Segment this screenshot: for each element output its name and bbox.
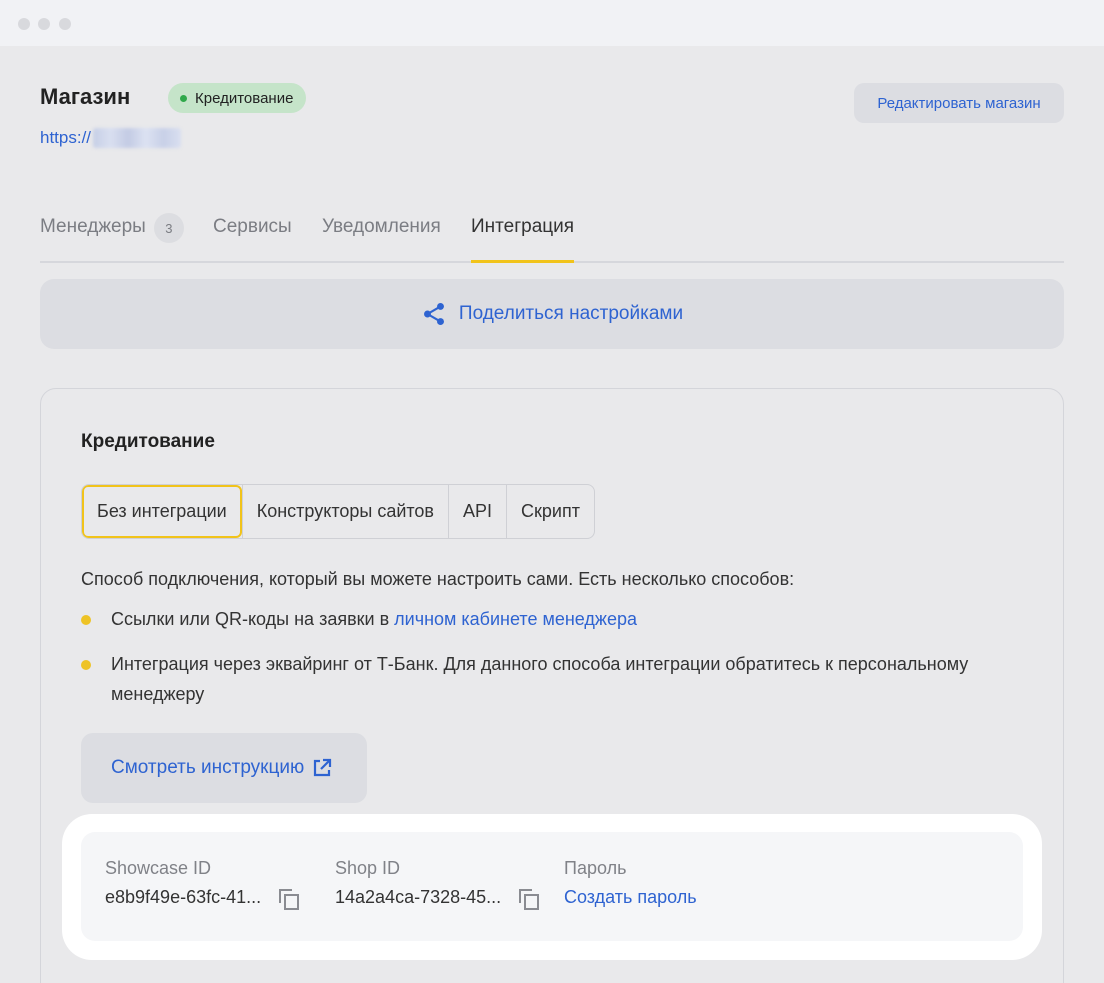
segment-no-integration[interactable]: Без интеграции [82, 485, 242, 538]
segment-api[interactable]: API [448, 485, 506, 538]
tab-integration[interactable]: Интеграция [471, 211, 575, 263]
shop-id-label: Shop ID [335, 858, 401, 878]
window-dot-maximize[interactable] [59, 18, 71, 30]
status-badge-label: Кредитование [195, 89, 294, 107]
main-content: Магазин Кредитование Редактировать магаз… [0, 46, 1104, 983]
bullet-text: Ссылки или QR-коды на заявки в [111, 609, 395, 629]
shop-url-link[interactable]: https:// [40, 128, 182, 148]
bullet-icon [81, 615, 91, 625]
manager-cabinet-link[interactable]: личном кабинете менеджера [394, 609, 637, 629]
showcase-id-value: e8b9f49e-63fc-41... [105, 887, 262, 907]
integration-description: Способ подключения, который вы можете на… [81, 569, 795, 589]
view-instruction-button[interactable]: Смотреть инструкцию [81, 733, 367, 803]
window-dot-minimize[interactable] [38, 18, 50, 30]
tab-integration-label: Интеграция [471, 216, 575, 237]
card-title: Кредитование [81, 431, 215, 452]
redacted-url-blur [93, 128, 182, 148]
password-label: Пароль [564, 858, 627, 878]
integration-type-switch: Без интеграции Конструкторы сайтов API С… [81, 484, 595, 539]
password-block: Пароль Создать пароль [564, 858, 697, 908]
create-password-link[interactable]: Создать пароль [564, 887, 697, 908]
shop-id-block: Shop ID 14a2a4ca-7328-45... [335, 858, 540, 910]
copy-icon[interactable] [519, 888, 540, 910]
tab-notifications[interactable]: Уведомления [322, 211, 441, 261]
credentials-panel: Showcase ID e8b9f49e-63fc-41... Shop ID … [81, 832, 1023, 941]
share-icon [423, 302, 444, 326]
share-settings-label: Поделиться настройками [458, 303, 684, 324]
window-dot-close[interactable] [18, 18, 30, 30]
segment-site-builders[interactable]: Конструкторы сайтов [241, 485, 448, 538]
tab-notifications-label: Уведомления [322, 216, 441, 237]
page-title: Магазин [40, 84, 131, 109]
showcase-id-label: Showcase ID [105, 858, 212, 878]
bullet-text: Интеграция через эквайринг от Т-Банк. Дл… [111, 654, 969, 704]
copy-icon[interactable] [279, 888, 300, 910]
window-titlebar [0, 0, 1104, 46]
list-item: Ссылки или QR-коды на заявки в личном ка… [81, 604, 1031, 634]
bullet-icon [81, 660, 91, 670]
tab-bar: Менеджеры 3 Сервисы Уведомления Интеграц… [40, 211, 1064, 263]
external-link-icon [314, 758, 332, 777]
shop-id-value: 14a2a4ca-7328-45... [335, 887, 502, 907]
status-badge: Кредитование [168, 83, 307, 113]
edit-shop-button[interactable]: Редактировать магазин [854, 83, 1064, 123]
showcase-id-block: Showcase ID e8b9f49e-63fc-41... [105, 858, 300, 910]
list-item: Интеграция через эквайринг от Т-Банк. Дл… [81, 649, 1031, 709]
segment-script[interactable]: Скрипт [506, 485, 594, 538]
tab-managers[interactable]: Менеджеры 3 [40, 211, 184, 261]
view-instruction-label: Смотреть инструкцию [111, 757, 305, 778]
tab-services[interactable]: Сервисы [213, 211, 292, 261]
tab-managers-label: Менеджеры [40, 216, 146, 237]
shop-url-prefix: https:// [40, 128, 92, 147]
tab-services-label: Сервисы [213, 216, 292, 237]
share-settings-button[interactable]: Поделиться настройками [40, 279, 1064, 349]
tab-managers-count: 3 [153, 213, 184, 243]
status-dot-icon [180, 94, 187, 102]
